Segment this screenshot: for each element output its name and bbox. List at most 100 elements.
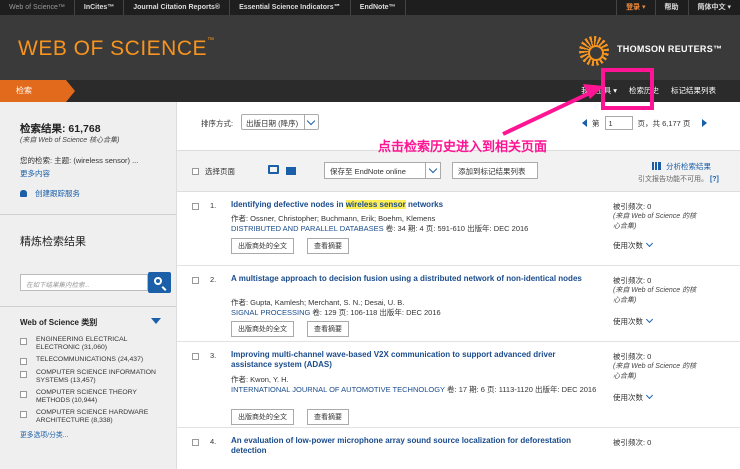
search-query: 您的检索: 主题: (wireless sensor) ... xyxy=(20,156,139,165)
checkbox[interactable] xyxy=(20,391,27,398)
checkbox[interactable] xyxy=(192,168,199,175)
usage-count[interactable]: 使用次数 xyxy=(613,240,652,251)
record-title[interactable]: Improving multi-channel wave-based V2X c… xyxy=(231,350,586,370)
category-title: Web of Science 类别 xyxy=(20,318,98,327)
refine-search-input[interactable]: 在如下结果集内检索... xyxy=(20,274,148,291)
record-source: INTERNATIONAL JOURNAL OF AUTOMOTIVE TECH… xyxy=(231,385,597,394)
select-page[interactable]: 选择页面 xyxy=(192,166,235,177)
nav-right: 登录 ▾ 帮助 简体中文 ▾ xyxy=(616,0,740,15)
results-toolbar: 选择页面 保存至 EndNote online 添加到标记结果列表 分析检索结果… xyxy=(177,150,740,192)
refine-search-button[interactable] xyxy=(148,272,171,293)
record-buttons: 出版商处的全文 查看摘要 xyxy=(231,409,362,425)
view-abstract-button[interactable]: 查看摘要 xyxy=(307,321,349,337)
category-item[interactable]: ENGINEERING ELECTRICAL ELECTRONIC (31,06… xyxy=(20,336,170,352)
view-abstract-button[interactable]: 查看摘要 xyxy=(307,238,349,254)
checkbox[interactable] xyxy=(20,338,27,345)
full-text-button[interactable]: 出版商处的全文 xyxy=(231,238,294,254)
record-buttons: 出版商处的全文 查看摘要 xyxy=(231,321,362,337)
result-record: 3. Improving multi-channel wave-based V2… xyxy=(177,342,740,428)
annotation-highlight-box xyxy=(601,68,654,110)
checkbox[interactable] xyxy=(20,358,27,365)
category-item[interactable]: COMPUTER SCIENCE THEORY METHODS (10,944) xyxy=(20,389,170,405)
page-input[interactable]: 1 xyxy=(604,116,633,130)
analyze-results-link[interactable]: 分析检索结果 xyxy=(652,161,711,172)
nav-incites[interactable]: InCites™ xyxy=(75,0,125,15)
full-text-button[interactable]: 出版商处的全文 xyxy=(231,409,294,425)
print-icon[interactable] xyxy=(268,165,279,174)
category-item[interactable]: TELECOMMUNICATIONS (24,437) xyxy=(20,356,170,365)
help-link[interactable]: [?] xyxy=(710,176,719,183)
record-number: 1. xyxy=(210,201,217,210)
annotation-text: 点击检索历史进入到相关页面 xyxy=(378,139,548,154)
usage-count[interactable]: 使用次数 xyxy=(613,316,652,327)
record-source: SIGNAL PROCESSING 卷: 129 页: 106-118 出版年:… xyxy=(231,308,441,317)
highlight-term: wireless sensor xyxy=(345,200,406,209)
nav-esi[interactable]: Essential Science Indicators℠ xyxy=(230,0,351,15)
top-nav: Web of Science™ InCites™ Journal Citatio… xyxy=(0,0,740,15)
checkbox[interactable] xyxy=(192,439,199,446)
create-alert-link[interactable]: 创建跟踪服务 xyxy=(20,188,80,199)
record-number: 4. xyxy=(210,437,217,446)
tab-search[interactable]: 检索 xyxy=(0,80,75,102)
view-abstract-button[interactable]: 查看摘要 xyxy=(307,409,349,425)
more-options-link[interactable]: 更多选项/分类... xyxy=(20,429,170,439)
record-authors: 作者: Kwon, Y. H. xyxy=(231,375,289,384)
nav-jcr[interactable]: Journal Citation Reports® xyxy=(124,0,231,15)
next-page-icon[interactable] xyxy=(702,119,708,127)
record-buttons: 出版商处的全文 查看摘要 xyxy=(231,238,362,254)
wos-logo[interactable]: WEB OF SCIENCE™ xyxy=(18,37,215,61)
help-link[interactable]: 帮助 xyxy=(654,0,688,15)
tab-marked-list[interactable]: 标记结果列表 xyxy=(665,80,722,102)
category-list: ENGINEERING ELECTRICAL ELECTRONIC (31,06… xyxy=(20,336,170,439)
category-item[interactable]: COMPUTER SCIENCE INFORMATION SYSTEMS (13… xyxy=(20,369,170,385)
cited-source: (来自 Web of Science 的核心合集) xyxy=(613,287,697,304)
add-to-marked-button[interactable]: 添加到标记结果列表 xyxy=(452,162,538,179)
checkbox[interactable] xyxy=(20,411,27,418)
record-title[interactable]: An evaluation of low-power microphone ar… xyxy=(231,436,586,456)
usage-count[interactable]: 使用次数 xyxy=(613,392,652,403)
result-record: 4. An evaluation of low-power microphone… xyxy=(177,428,740,469)
citation-report-note: 引文报告功能不可用。 [?] xyxy=(638,176,719,183)
nav-web-of-science[interactable]: Web of Science™ xyxy=(0,0,75,15)
record-number: 2. xyxy=(210,275,217,284)
chevron-down-icon xyxy=(304,115,318,129)
times-cited: 被引频次: 0 xyxy=(613,438,652,447)
record-authors: 作者: Ossner, Christopher; Buchmann, Erik;… xyxy=(231,214,436,223)
divider xyxy=(0,214,176,215)
divider xyxy=(0,306,176,307)
record-number: 3. xyxy=(210,351,217,360)
record-authors: 作者: Gupta, Kamlesh; Merchant, S. N.; Des… xyxy=(231,298,405,307)
pagination: 第 1 页，共 6,177 页 xyxy=(582,116,708,130)
collapse-triangle-icon[interactable] xyxy=(151,318,161,324)
checkbox[interactable] xyxy=(20,371,27,378)
result-count: 检索结果: 61,768 xyxy=(20,123,101,135)
full-text-button[interactable]: 出版商处的全文 xyxy=(231,321,294,337)
prev-page-icon[interactable] xyxy=(582,119,587,127)
login-menu[interactable]: 登录 ▾ xyxy=(616,0,654,15)
times-cited: 被引频次: 0 xyxy=(613,276,652,285)
result-record: 1. Identifying defective nodes in wirele… xyxy=(177,192,740,266)
language-menu[interactable]: 简体中文 ▾ xyxy=(687,0,740,15)
thomson-reuters-logo-icon xyxy=(579,36,609,66)
publisher-name: THOMSON REUTERS™ xyxy=(617,44,723,54)
save-to-endnote-select[interactable]: 保存至 EndNote online xyxy=(324,162,441,179)
sort-label: 排序方式: xyxy=(201,119,234,128)
nav-endnote[interactable]: EndNote™ xyxy=(351,0,406,15)
bar-chart-icon xyxy=(652,162,661,170)
checkbox[interactable] xyxy=(192,353,199,360)
search-icon xyxy=(154,277,162,285)
more-link[interactable]: 更多内容 xyxy=(20,168,50,179)
email-icon[interactable] xyxy=(286,167,296,175)
record-title[interactable]: Identifying defective nodes in wireless … xyxy=(231,200,586,210)
refine-title: 精炼检索结果 xyxy=(20,236,86,248)
sidebar: 检索结果: 61,768 (来自 Web of Science 核心合集) 您的… xyxy=(0,102,177,469)
checkbox[interactable] xyxy=(192,203,199,210)
result-record: 2. A multistage approach to decision fus… xyxy=(177,266,740,342)
bell-icon xyxy=(20,190,27,197)
times-cited: 被引频次: 0 xyxy=(613,202,652,211)
checkbox[interactable] xyxy=(192,277,199,284)
sort-select[interactable]: 出版日期 (降序) xyxy=(241,114,319,130)
category-item[interactable]: COMPUTER SCIENCE HARDWARE ARCHITECTURE (… xyxy=(20,409,170,425)
chevron-down-icon xyxy=(425,163,440,178)
record-title[interactable]: A multistage approach to decision fusion… xyxy=(231,274,586,284)
